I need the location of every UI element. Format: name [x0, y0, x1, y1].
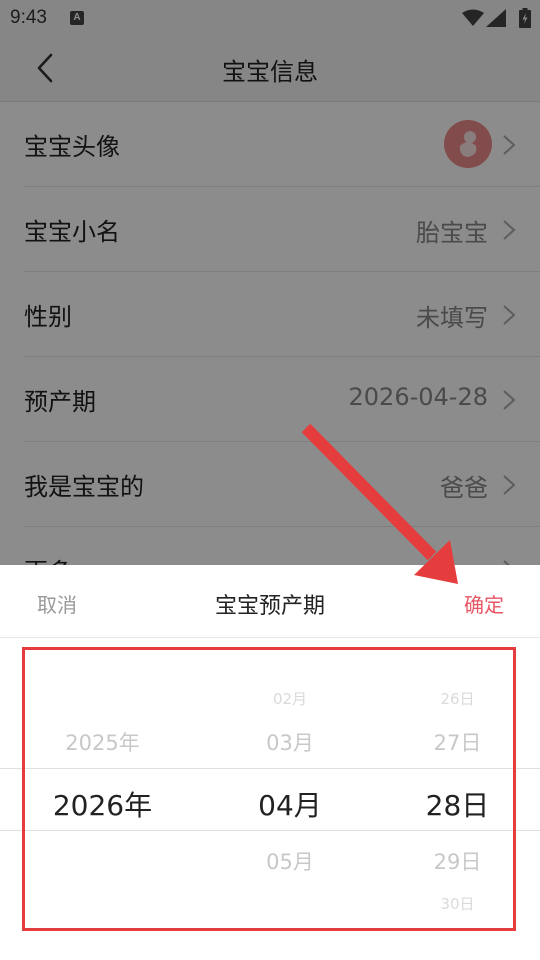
annotation-arrow-icon [301, 423, 458, 584]
baby-info-screen: 9:43 A 宝宝信息 宝宝头像 宝宝小名 胎宝宝 性别 未填写 预产期 202… [0, 0, 540, 960]
